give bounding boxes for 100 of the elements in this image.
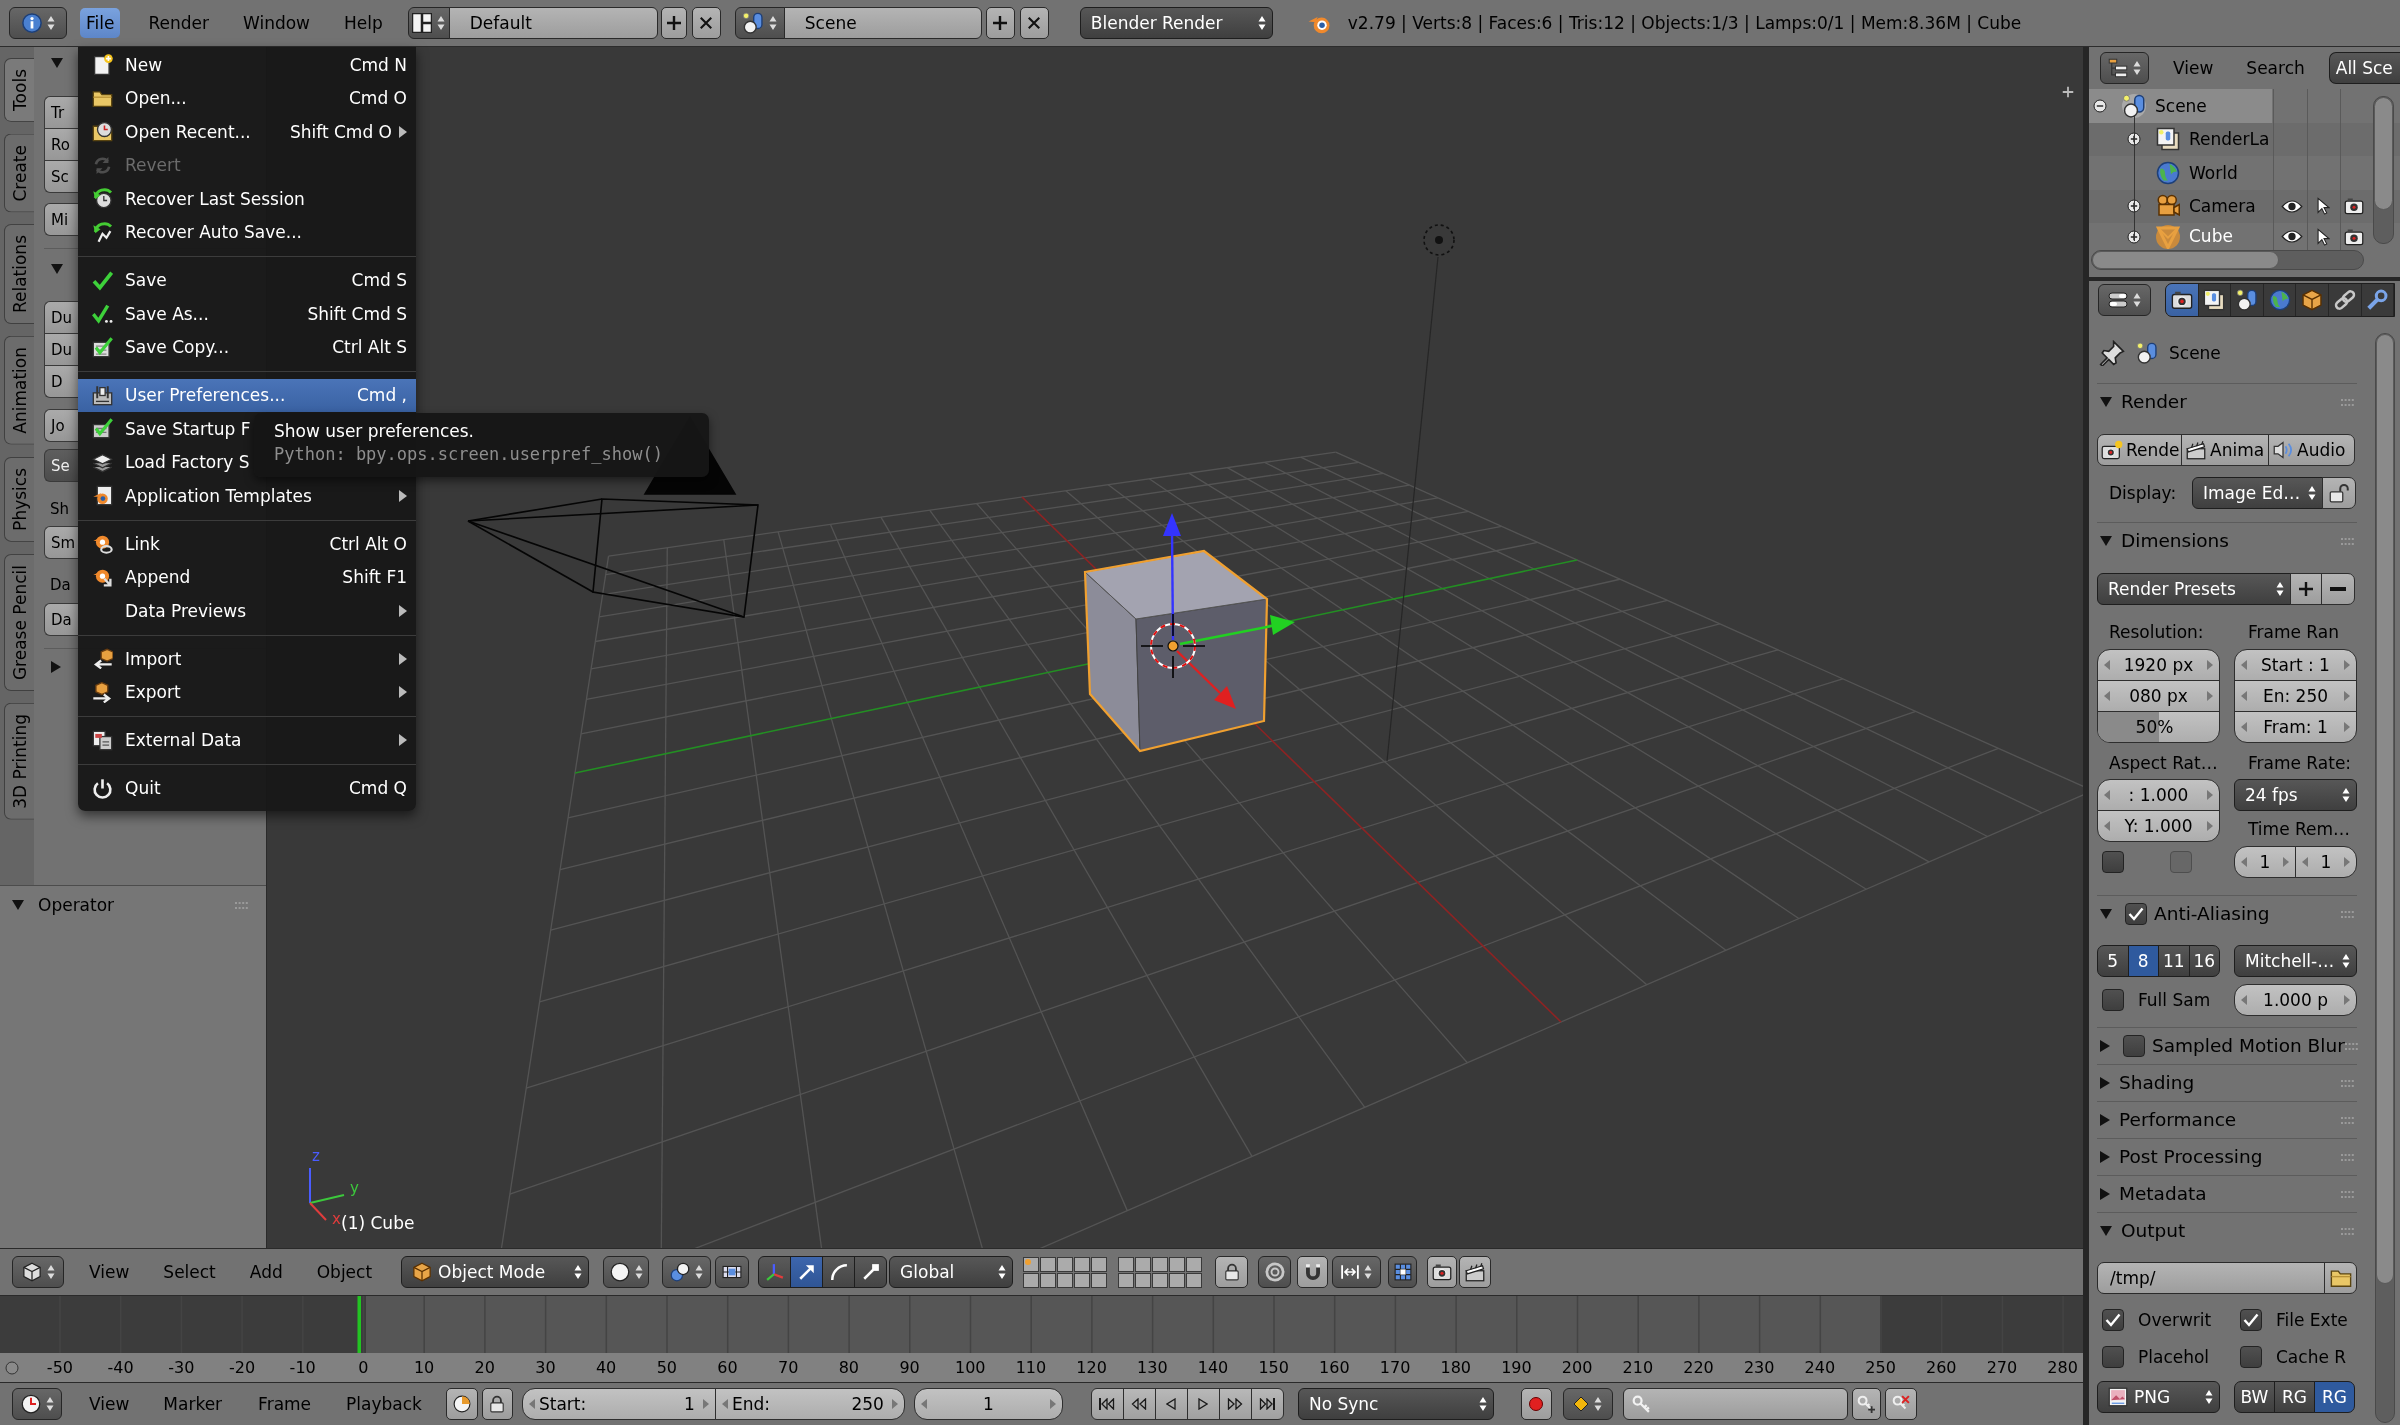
expanded-triangle-icon[interactable]: [2100, 909, 2112, 919]
tool-dropdown[interactable]: Se: [44, 449, 78, 482]
shelf-tab[interactable]: Tools: [4, 58, 34, 122]
tool-button[interactable]: Mi: [44, 203, 78, 236]
layer-button[interactable]: [1135, 1272, 1152, 1288]
menu-item[interactable]: Save As... Shift Cmd S: [78, 297, 416, 331]
pointer-icon[interactable]: [2317, 227, 2330, 246]
scrollbar-thumb[interactable]: [2092, 251, 2279, 269]
menu-item[interactable]: Application Templates: [78, 479, 416, 513]
tool-button[interactable]: Ro: [44, 128, 78, 161]
menu-item[interactable]: Window: [237, 7, 316, 39]
checkbox[interactable]: [2102, 989, 2124, 1011]
checkbox[interactable]: [2125, 903, 2147, 925]
manipulator-toggle[interactable]: [715, 1256, 750, 1288]
render-button[interactable]: Audio: [2268, 434, 2355, 466]
collapsed-triangle-icon[interactable]: [2100, 1151, 2110, 1163]
layer-button[interactable]: [1057, 1272, 1074, 1288]
scrollbar-track[interactable]: [2373, 96, 2394, 244]
frame-field[interactable]: Start : 1: [2234, 649, 2357, 681]
expanded-triangle-icon[interactable]: [2100, 536, 2112, 546]
panel-title[interactable]: Render: [2121, 390, 2187, 414]
sample-button[interactable]: 5: [2097, 945, 2129, 977]
display-dropdown[interactable]: Image Ed…: [2192, 477, 2323, 509]
grip-icon[interactable]: [2341, 1153, 2354, 1161]
panel-title[interactable]: Post Processing: [2119, 1145, 2263, 1169]
tool-button[interactable]: Da: [44, 603, 78, 636]
collapsed-triangle-icon[interactable]: [2100, 1040, 2110, 1052]
menu-item[interactable]: Append Shift F1: [78, 560, 416, 594]
frame-rate-dropdown[interactable]: 24 fps: [2234, 779, 2357, 811]
orientation-dropdown[interactable]: Global: [889, 1256, 1014, 1288]
proportional-edit-button[interactable]: [1258, 1256, 1292, 1288]
render-image-button[interactable]: [1427, 1256, 1458, 1288]
scrollbar-track[interactable]: [2375, 333, 2395, 1423]
resolution-field[interactable]: 1920 px: [2097, 649, 2220, 681]
insert-key-button[interactable]: [1851, 1388, 1881, 1420]
outliner-row[interactable]: World: [2089, 156, 2272, 190]
shelf-tab[interactable]: Animation: [4, 336, 34, 446]
menu-item[interactable]: Render: [142, 7, 215, 39]
grip-icon[interactable]: [2341, 1116, 2354, 1124]
filter-dropdown[interactable]: All Sce: [2328, 52, 2400, 84]
lock-button[interactable]: [481, 1388, 513, 1420]
grip-icon[interactable]: [2341, 1079, 2354, 1087]
playback-button[interactable]: [1090, 1388, 1124, 1420]
sample-button[interactable]: 16: [2188, 945, 2220, 977]
pin-icon[interactable]: [2099, 340, 2125, 366]
menu-item[interactable]: Recover Auto Save...: [78, 215, 416, 249]
playback-button[interactable]: [1186, 1388, 1220, 1420]
close-button[interactable]: [1019, 7, 1049, 39]
panel-title[interactable]: Output: [2121, 1219, 2186, 1243]
checkbox[interactable]: [2102, 1346, 2124, 1368]
add-button[interactable]: [985, 7, 1015, 39]
tool-button[interactable]: Jo: [44, 409, 78, 442]
shading-dropdown[interactable]: [603, 1256, 650, 1288]
editor-type-button[interactable]: [2098, 284, 2151, 316]
menu-item[interactable]: Data Previews: [78, 594, 416, 628]
eye-icon[interactable]: [2281, 229, 2303, 244]
keying-dropdown[interactable]: [1562, 1388, 1613, 1420]
expanded-triangle-icon[interactable]: [12, 900, 24, 910]
end-frame-field[interactable]: End: 250: [714, 1388, 905, 1420]
layout-selector-button[interactable]: [407, 7, 450, 39]
grip-icon[interactable]: [235, 901, 248, 909]
panel-title[interactable]: Metadata: [2119, 1182, 2207, 1206]
scrollbar-thumb[interactable]: [2376, 334, 2394, 1284]
playback-button[interactable]: [1250, 1388, 1284, 1420]
shelf-tab[interactable]: Create: [4, 133, 34, 213]
collapsed-triangle-icon[interactable]: [2100, 1077, 2110, 1089]
layer-button[interactable]: [1057, 1256, 1074, 1272]
panel-title[interactable]: Dimensions: [2121, 529, 2229, 553]
manipulator-button[interactable]: [822, 1256, 856, 1288]
percentage-slider[interactable]: 50%: [2097, 711, 2220, 743]
resolution-field[interactable]: 080 px: [2097, 680, 2220, 712]
layer-button[interactable]: [1152, 1256, 1169, 1272]
menu-item[interactable]: File: [80, 7, 121, 39]
layer-button[interactable]: [1186, 1256, 1203, 1272]
render-button[interactable]: Anima: [2181, 434, 2269, 466]
color-mode-button[interactable]: RG: [2314, 1381, 2355, 1413]
menu-item[interactable]: Open Recent... Shift Cmd O: [78, 115, 416, 149]
menu-item[interactable]: Save Copy... Ctrl Alt S: [78, 330, 416, 364]
filter-size-field[interactable]: 1.000 p: [2234, 984, 2357, 1016]
sync-dropdown[interactable]: No Sync: [1297, 1388, 1494, 1420]
grip-icon[interactable]: [2341, 910, 2354, 918]
current-frame-field[interactable]: 1: [913, 1388, 1063, 1420]
layer-button[interactable]: [1118, 1272, 1135, 1288]
keying-set-field[interactable]: [1622, 1388, 1848, 1420]
editor-type-button[interactable]: [12, 1388, 62, 1420]
menu-item[interactable]: New Cmd N: [78, 48, 416, 82]
panel-title[interactable]: Shading: [2119, 1071, 2195, 1095]
layer-button[interactable]: [1135, 1256, 1152, 1272]
expand-icon[interactable]: [2127, 199, 2141, 214]
layer-button[interactable]: [1152, 1272, 1169, 1288]
collapsed-triangle-icon[interactable]: [2100, 1188, 2110, 1200]
menu-item[interactable]: Open... Cmd O: [78, 81, 416, 115]
layout-name-field[interactable]: Default: [448, 7, 658, 39]
frame-field[interactable]: En: 250: [2234, 680, 2357, 712]
eye-icon[interactable]: [2281, 198, 2303, 214]
tool-button[interactable]: Du: [44, 301, 78, 334]
menu-item[interactable]: Export: [78, 675, 416, 709]
tool-button[interactable]: Sc: [44, 160, 78, 193]
lock-button[interactable]: [1215, 1256, 1249, 1288]
scene-name-field[interactable]: Scene: [783, 7, 982, 39]
